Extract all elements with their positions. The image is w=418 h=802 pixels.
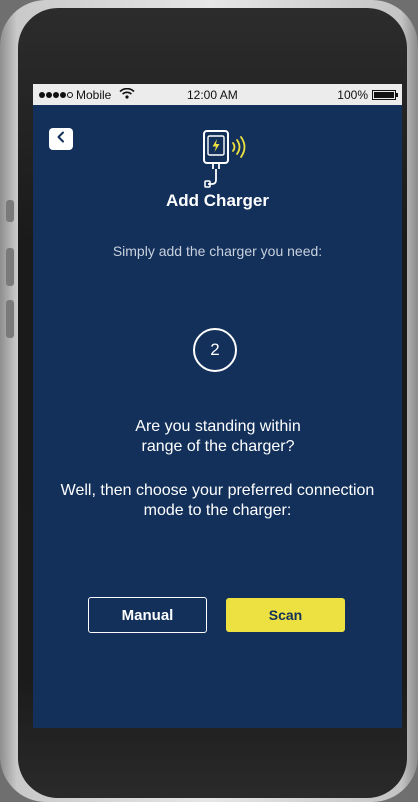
carrier-label: Mobile [76, 88, 112, 102]
status-time: 12:00 AM [187, 88, 238, 102]
charger-wireless-icon [196, 128, 256, 190]
phone-side-button [6, 300, 14, 338]
page-subtitle: Simply add the charger you need: [112, 243, 323, 259]
back-button[interactable] [49, 128, 73, 150]
manual-button[interactable]: Manual [88, 597, 207, 633]
battery-percent: 100% [337, 88, 368, 102]
status-bar: Mobile 12:00 AM 100% [33, 84, 402, 105]
phone-side-button [6, 248, 14, 286]
battery-icon [372, 90, 398, 100]
connection-instruction: Well, then choose your preferred connect… [39, 481, 396, 521]
phone-side-button [6, 200, 14, 222]
step-indicator: 2 [193, 328, 237, 372]
battery-status: 100% [337, 88, 398, 102]
signal-carrier: Mobile [39, 87, 135, 102]
instruction-line: Well, then choose your preferred connect… [60, 482, 375, 499]
chevron-left-icon [56, 130, 66, 148]
signal-strength-icon [39, 92, 73, 98]
question-line: Are you standing within [135, 418, 301, 435]
page-title: Add Charger [166, 191, 269, 210]
range-question: Are you standing within range of the cha… [113, 417, 323, 457]
scan-button[interactable]: Scan [226, 598, 345, 632]
step-number: 2 [210, 340, 220, 359]
instruction-line: mode to the charger: [143, 502, 292, 519]
app-screen: Mobile 12:00 AM 100% Add Charger Simply … [33, 84, 402, 728]
phone-frame: Mobile 12:00 AM 100% Add Charger Simply … [0, 0, 418, 802]
wifi-icon [119, 87, 135, 102]
question-line: range of the charger? [141, 438, 295, 455]
